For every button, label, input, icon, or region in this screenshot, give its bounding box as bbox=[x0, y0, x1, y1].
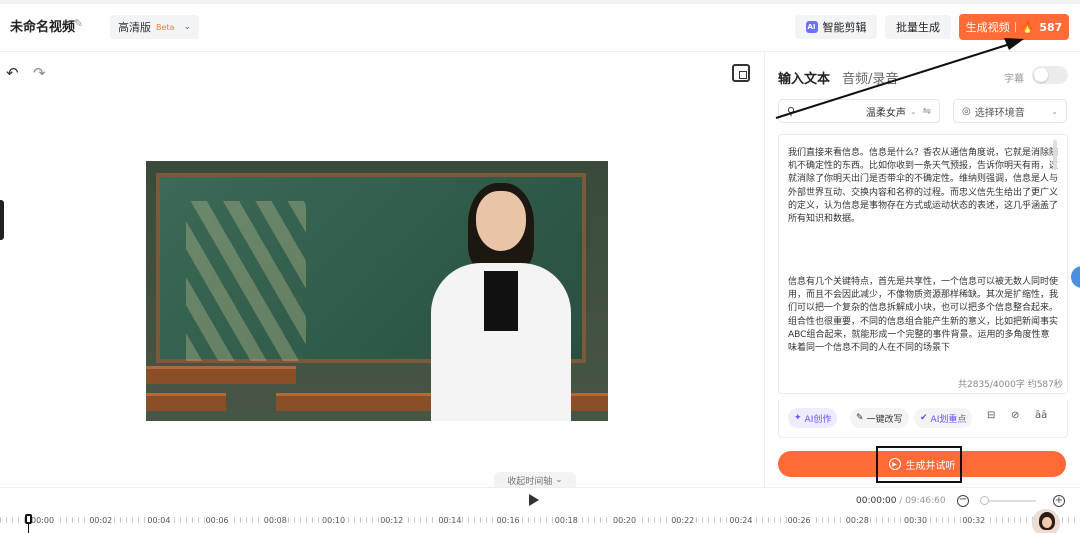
ruler-tick-label: 00:22 bbox=[670, 516, 696, 525]
user-icon: ⚲ bbox=[787, 104, 796, 118]
subtitle-toggle[interactable] bbox=[1032, 66, 1068, 84]
presenter-shirt bbox=[484, 271, 518, 331]
collapse-timeline-label: 收起时间轴 bbox=[507, 476, 553, 487]
environment-sound-select[interactable]: ◎ 选择环境音 ⌄ bbox=[953, 99, 1067, 123]
chevron-down-icon: ⌄ bbox=[183, 22, 191, 32]
ruler-tick-label: 00:30 bbox=[903, 516, 929, 525]
chevron-down-icon: ⌄ bbox=[1051, 106, 1058, 116]
smart-edit-label: 智能剪辑 bbox=[822, 21, 867, 34]
voice-select[interactable]: ⚲ 温柔女声 ⌄ ⇋ bbox=[778, 99, 940, 123]
side-handle[interactable] bbox=[0, 200, 4, 240]
edit-icon[interactable]: ✎ bbox=[74, 17, 86, 30]
ai-icon: AI bbox=[805, 21, 818, 33]
generate-video-button[interactable]: 生成视频 🔥 587 bbox=[959, 14, 1069, 40]
presenter-face bbox=[476, 191, 526, 251]
beta-badge: Beta bbox=[156, 22, 175, 32]
ruler-tick-label: 00:20 bbox=[612, 516, 638, 525]
ruler-tick-label: 00:16 bbox=[495, 516, 521, 525]
ruler-tick-label: 00:06 bbox=[204, 516, 230, 525]
voice-label: 温柔女声 bbox=[865, 107, 906, 119]
environment-label: 选择环境音 bbox=[974, 107, 1025, 119]
ruler-tick-label: 00:02 bbox=[88, 516, 114, 525]
check-icon: ✔ bbox=[920, 413, 928, 423]
word-count: 共2835/4000字 约587秒 bbox=[958, 380, 1063, 390]
ruler-tick-label: 00:28 bbox=[844, 516, 870, 525]
play-icon[interactable] bbox=[529, 494, 539, 506]
credit-icon: 🔥 bbox=[1020, 20, 1035, 34]
batch-generate-button[interactable]: 批量生成 bbox=[885, 15, 951, 39]
adjust-icon[interactable]: ⇋ bbox=[923, 106, 931, 117]
ruler-tick-label: 00:10 bbox=[321, 516, 347, 525]
subtitle-label: 字幕 bbox=[1004, 74, 1024, 85]
ai-keypoint-button[interactable]: ✔ AI划重点 bbox=[914, 408, 973, 428]
ruler-tick-label: 00:14 bbox=[437, 516, 463, 525]
desk bbox=[276, 393, 436, 411]
script-paragraph: 信息有几个关键特点，首先是共享性，一个信息可以被无数人同时使用，而且不会因此减少… bbox=[788, 277, 1059, 354]
quality-select[interactable]: 高清版 Beta ⌄ bbox=[110, 15, 199, 39]
keypoint-label: AI划重点 bbox=[930, 414, 967, 425]
scrollbar[interactable] bbox=[1053, 140, 1057, 170]
speed-icon[interactable]: ⊘ bbox=[1011, 410, 1019, 421]
ruler-tick-label: 00:18 bbox=[553, 516, 579, 525]
chevron-down-icon: ⌄ bbox=[552, 475, 563, 485]
desk bbox=[146, 393, 226, 411]
generate-label: 生成视频 bbox=[965, 21, 1010, 34]
pen-icon: ✎ bbox=[856, 413, 864, 423]
zoom-slider[interactable] bbox=[981, 500, 1036, 502]
video-preview[interactable] bbox=[146, 161, 608, 421]
script-paragraph: 我们直接来看信息。信息是什么？香农从通信角度说，它就是消除随机不确定性的东西。比… bbox=[788, 148, 1059, 225]
ruler-tick-label: 00:12 bbox=[379, 516, 405, 525]
ruler-tick-label: 00:26 bbox=[786, 516, 812, 525]
ruler-tick-label: 00:04 bbox=[146, 516, 172, 525]
ai-create-label: AI创作 bbox=[804, 414, 832, 425]
undo-icon[interactable]: ↶ bbox=[6, 64, 24, 82]
video-title[interactable]: 未命名视频 bbox=[10, 16, 75, 35]
app: 未命名视频 ✎ 高清版 Beta ⌄ AI 智能剪辑 批量生成 生成视频 🔥 5… bbox=[0, 0, 1080, 533]
layout-icon[interactable] bbox=[732, 64, 750, 82]
pinyin-button[interactable]: āā bbox=[1035, 410, 1047, 421]
light-rays bbox=[186, 201, 306, 361]
ai-create-button[interactable]: ✦ AI创作 bbox=[788, 408, 838, 428]
tab-input-text[interactable]: 输入文本 bbox=[778, 68, 830, 87]
rewrite-label: 一键改写 bbox=[866, 414, 903, 425]
desk bbox=[146, 366, 296, 384]
chevron-down-icon: ⌄ bbox=[909, 106, 917, 116]
avatar[interactable] bbox=[1032, 509, 1060, 533]
music-icon: ◎ bbox=[962, 105, 971, 117]
playhead-line bbox=[28, 524, 29, 533]
tab-audio-recording[interactable]: 音频/录音 bbox=[842, 68, 898, 87]
playhead[interactable] bbox=[25, 514, 32, 524]
rewrite-button[interactable]: ✎ 一键改写 bbox=[850, 408, 909, 428]
ruler-tick-label: 00:00 bbox=[30, 516, 56, 525]
ruler-tick-label: 00:32 bbox=[961, 516, 987, 525]
credit-count: 587 bbox=[1039, 20, 1063, 34]
duration: / 09:46:60 bbox=[899, 496, 946, 506]
zoom-in-icon[interactable]: + bbox=[1053, 495, 1065, 507]
script-textarea[interactable]: 我们直接来看信息。信息是什么？香农从通信角度说，它就是消除随机不确定性的东西。比… bbox=[778, 134, 1068, 394]
zoom-out-icon[interactable]: − bbox=[957, 495, 969, 507]
redo-icon[interactable]: ↷ bbox=[33, 64, 51, 82]
sparkle-icon: ✦ bbox=[794, 413, 802, 423]
collapse-timeline-button[interactable]: 收起时间轴 ⌄ bbox=[494, 472, 576, 488]
zoom-slider-handle[interactable] bbox=[980, 496, 989, 505]
ruler-tick-label: 00:24 bbox=[728, 516, 754, 525]
ruler-tick-label: 00:08 bbox=[262, 516, 288, 525]
smart-edit-button[interactable]: AI 智能剪辑 bbox=[795, 15, 877, 39]
highlight-box bbox=[876, 446, 962, 483]
time-display: 00:00:00 / 09:46:60 bbox=[856, 496, 946, 506]
separator bbox=[1014, 22, 1016, 32]
quality-label: 高清版 bbox=[118, 21, 151, 34]
current-time: 00:00:00 bbox=[856, 496, 897, 506]
pause-icon[interactable]: ⊟ bbox=[987, 410, 995, 421]
